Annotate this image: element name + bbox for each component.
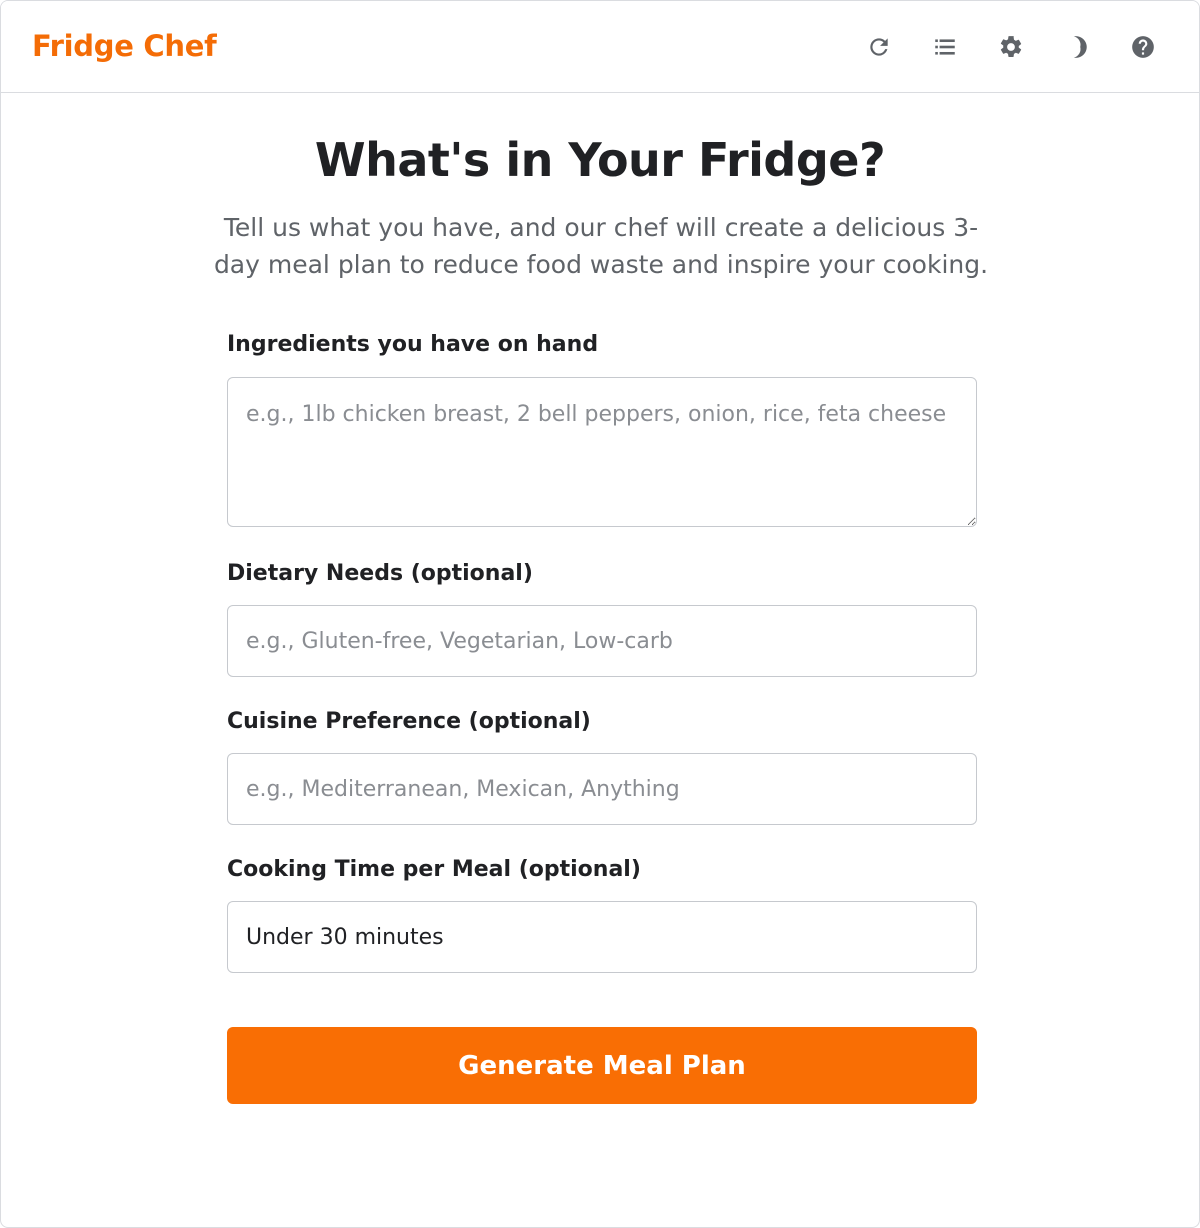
moon-icon <box>1073 36 1087 58</box>
cooking-time-label: Cooking Time per Meal (optional) <box>227 857 641 882</box>
brand-logo[interactable]: Fridge Chef <box>32 29 217 63</box>
refresh-icon <box>870 38 888 56</box>
cooking-time-input[interactable] <box>227 901 977 973</box>
cuisine-preference-input[interactable] <box>227 753 977 825</box>
ingredients-textarea[interactable] <box>227 377 977 527</box>
app-header: Fridge Chef <box>1 1 1199 93</box>
ingredients-label: Ingredients you have on hand <box>227 332 599 357</box>
page-title: What's in Your Fridge? <box>314 133 886 187</box>
gear-icon <box>1000 36 1022 57</box>
generate-meal-plan-button[interactable]: Generate Meal Plan <box>227 1027 977 1104</box>
help-button[interactable] <box>1127 29 1159 65</box>
theme-toggle-button[interactable] <box>1061 29 1093 65</box>
settings-button[interactable] <box>995 29 1027 65</box>
help-icon <box>1132 36 1154 58</box>
dietary-needs-input[interactable] <box>227 605 977 677</box>
list-button[interactable] <box>929 29 961 65</box>
list-icon <box>935 39 955 55</box>
refresh-button[interactable] <box>863 29 895 65</box>
cuisine-preference-label: Cuisine Preference (optional) <box>227 709 591 734</box>
app-window: Fridge Chef What's in Your Fridge? Tell … <box>0 0 1200 1228</box>
dietary-needs-label: Dietary Needs (optional) <box>227 561 533 586</box>
page-subtitle: Tell us what you have, and our chef will… <box>213 213 989 279</box>
toolbar <box>863 29 1159 65</box>
